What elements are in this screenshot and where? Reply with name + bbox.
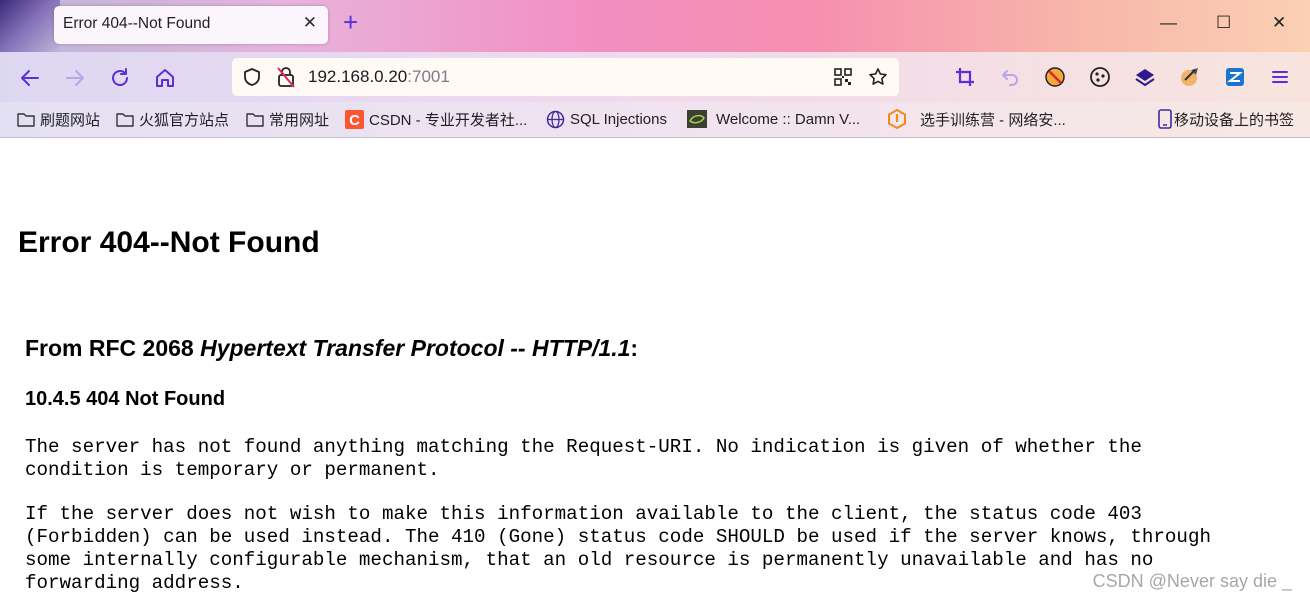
bookmark-label: 移动设备上的书签 (1174, 111, 1295, 129)
bookmark-item[interactable]: 常用网址 (246, 107, 329, 131)
bookmark-item[interactable]: C CSDN - 专业开发者社... (345, 107, 527, 131)
bookmark-item[interactable]: 移动设备上的书签 (1158, 107, 1294, 131)
csdn-icon: C (345, 109, 364, 129)
back-arrow-icon (21, 70, 39, 86)
bookmark-label: 常用网址 (269, 111, 330, 129)
zotero-extension-button[interactable] (1222, 64, 1248, 90)
tab-bar: Error 404--Not Found ✕ + — ☐ ✕ (0, 0, 1310, 52)
menu-button[interactable] (1267, 64, 1293, 90)
qr-code-icon[interactable] (834, 68, 852, 86)
hackbar-icon (1181, 68, 1198, 86)
rfc-heading: From RFC 2068 Hypertext Transfer Protoco… (25, 335, 638, 362)
maximize-button[interactable]: ☐ (1216, 13, 1231, 33)
reload-button[interactable] (106, 64, 134, 92)
bookmark-item[interactable]: 选手训练营 - 网络安... (887, 107, 1066, 131)
bookmark-label: 火狐官方站点 (139, 111, 230, 129)
rfc-suffix: : (630, 335, 639, 361)
cookie-extension-button[interactable] (1087, 64, 1113, 90)
tab-close-button[interactable]: ✕ (303, 13, 317, 33)
insecure-lock-icon[interactable] (276, 66, 296, 88)
bookmark-item[interactable]: 刷题网站 (17, 107, 100, 131)
globe-icon (546, 110, 565, 129)
forward-arrow-icon (66, 70, 84, 86)
bookmark-label: 选手训练营 - 网络安... (920, 111, 1066, 129)
crop-icon (956, 68, 974, 86)
bookmark-label: SQL Injections (570, 110, 667, 128)
mobile-bookmarks-icon (1158, 109, 1172, 129)
blocker-icon (1045, 67, 1065, 87)
cookie-icon (1090, 67, 1110, 87)
reload-icon (112, 68, 128, 86)
section-heading: 10.4.5 404 Not Found (25, 388, 226, 410)
tab-active[interactable]: Error 404--Not Found ✕ (54, 6, 328, 44)
folder-icon (246, 111, 264, 127)
bookmarks-toolbar: 刷题网站 火狐官方站点 常用网址 C CSDN - 专业开发者社... SQL … (0, 102, 1310, 138)
bookmark-star-icon[interactable] (868, 67, 888, 87)
crop-extension-button[interactable] (952, 64, 978, 90)
paragraph-forbidden: If the server does not wish to make this… (25, 503, 1211, 594)
url-port: :7001 (407, 67, 450, 86)
bookmark-label: CSDN - 专业开发者社... (369, 111, 528, 129)
bookmark-item[interactable]: 火狐官方站点 (116, 107, 229, 131)
hamburger-menu-icon (1272, 71, 1288, 83)
shield-icon[interactable] (242, 67, 262, 87)
layers-extension-button[interactable] (1132, 64, 1158, 90)
layers-icon (1135, 69, 1155, 87)
bookmark-item[interactable]: SQL Injections (546, 107, 667, 131)
editor-icon (1226, 68, 1244, 86)
svg-text:C: C (349, 112, 360, 129)
minimize-button[interactable]: — (1160, 13, 1177, 33)
forward-button[interactable] (61, 64, 89, 92)
back-button[interactable] (16, 64, 44, 92)
address-bar[interactable]: 192.168.0.20:7001 (232, 58, 899, 96)
home-icon (156, 69, 174, 87)
undo-icon (1002, 70, 1018, 86)
url-host: 192.168.0.20 (308, 67, 408, 86)
tab-title: Error 404--Not Found (63, 15, 211, 32)
paragraph-not-found: The server has not found anything matchi… (25, 436, 1142, 481)
training-icon (887, 109, 907, 129)
folder-icon (116, 111, 134, 127)
hackbar-extension-button[interactable] (1177, 64, 1203, 90)
page-title: Error 404--Not Found (18, 226, 320, 259)
bookmark-label: 刷题网站 (40, 111, 101, 129)
navigation-toolbar: 192.168.0.20:7001 (0, 52, 1310, 102)
url-text[interactable]: 192.168.0.20:7001 (308, 67, 450, 87)
dvwa-icon (687, 110, 707, 128)
page-content: Error 404--Not Found From RFC 2068 Hyper… (0, 138, 1310, 602)
window-close-button[interactable]: ✕ (1272, 13, 1286, 33)
folder-icon (17, 111, 35, 127)
blocker-extension-button[interactable] (1042, 64, 1068, 90)
new-tab-button[interactable]: + (343, 9, 358, 35)
rfc-prefix: From RFC 2068 (25, 335, 201, 361)
bookmark-item[interactable]: Welcome :: Damn V... (687, 107, 860, 131)
watermark: CSDN @Never say die _ (1092, 571, 1292, 591)
bookmark-label: Welcome :: Damn V... (716, 110, 861, 128)
home-button[interactable] (151, 64, 179, 92)
rfc-title: Hypertext Transfer Protocol -- HTTP/1.1 (200, 335, 631, 361)
undo-extension-button[interactable] (997, 64, 1023, 90)
